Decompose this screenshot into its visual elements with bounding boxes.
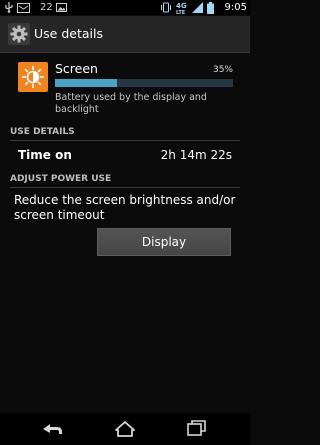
settings-icon[interactable] [7,22,31,46]
status-bar: 22 4G LTE 4GLTE 9:05 [0,0,250,15]
display-button[interactable]: Display [97,228,231,256]
usb-icon [4,0,14,15]
entry-percent: 35% [212,65,233,75]
power-suggestion-text: Reduce the screen brightness and/or scre… [14,193,236,222]
action-bar: Use details [0,16,250,53]
home-icon[interactable] [112,417,138,441]
time-on-label: Time on [18,148,72,162]
entry-name: Screen [55,61,98,76]
section-header-adjust-power: ADJUST POWER USE [10,171,240,188]
notification-count-icon [17,0,30,15]
usage-progress-fill [55,79,118,87]
image-icon [56,0,67,15]
network-icon: 4G LTE [176,0,190,15]
back-icon[interactable] [40,417,66,441]
recent-apps-icon[interactable] [184,417,210,441]
brightness-icon [18,62,48,92]
svg-text:LTE: LTE [176,10,186,14]
battery-icon [207,0,214,15]
vibrate-icon [160,0,172,15]
navigation-bar [0,413,250,445]
time-on-value: 2h 14m 22s [160,148,232,162]
section-header-use-details: USE DETAILS [10,124,240,141]
signal-icon [192,0,204,15]
usage-progress-bar [55,79,233,87]
page-title: Use details [34,26,103,41]
notification-count: 22 [40,2,53,13]
clock: 9:05 [224,2,247,13]
entry-description: Battery used by the display and backligh… [55,92,207,115]
svg-text:4G: 4G [176,2,187,10]
